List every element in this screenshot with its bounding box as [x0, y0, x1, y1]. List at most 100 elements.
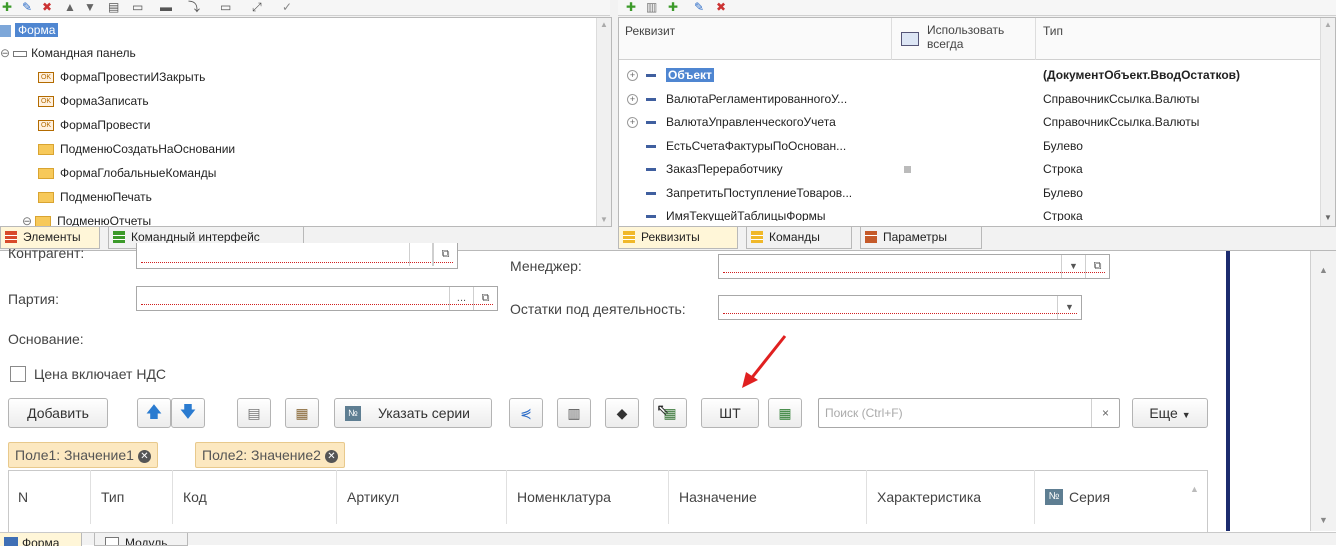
attribute-row[interactable]: + ВалютаРегламентированногоУ... Справочник… [619, 88, 1321, 110]
col-type[interactable]: Тип [90, 470, 170, 524]
more-button[interactable]: Еще ▼ [1132, 398, 1208, 428]
tree-item[interactable]: ПодменюПечать [38, 186, 152, 209]
move-up-icon[interactable]: ▲ [64, 0, 76, 14]
tree-item[interactable]: OK ФормаПровести [38, 114, 150, 137]
scrollbar[interactable]: ▲ ▼ [1320, 18, 1335, 226]
attribute-row[interactable]: ИмяТекущейТаблицыФормы Строка [619, 205, 1321, 221]
remove-icon[interactable]: ✕ [324, 449, 338, 463]
col-series[interactable]: № Серия [1034, 470, 1208, 524]
nds-checkbox[interactable] [10, 366, 26, 382]
add-button[interactable]: Добавить [8, 398, 108, 428]
select-button[interactable]: ... [449, 287, 473, 310]
attribute-name: ЗаказПереработчику [627, 158, 783, 180]
tab-commands[interactable]: Команды [746, 227, 852, 249]
scrollbar[interactable]: ▲ ▼ [596, 18, 611, 226]
clear-icon[interactable]: × [1091, 399, 1119, 427]
add-icon[interactable]: ✚ [626, 0, 636, 14]
tools-icon[interactable]: ⤢ [252, 0, 262, 14]
panel-icon[interactable]: ▬ [160, 0, 172, 14]
expand-icon[interactable]: + [627, 93, 638, 105]
attribute-row[interactable]: ЗаказПереработчику Строка [619, 158, 1321, 180]
scroll-down-icon[interactable]: ▼ [600, 215, 608, 224]
filter-chip-2[interactable]: Поле2: Значение2 ✕ [195, 442, 345, 468]
eraser-button[interactable]: ◆ [605, 398, 639, 428]
col-article[interactable]: Артикул [336, 470, 504, 524]
col-nomenclature[interactable]: Номенклатура [506, 470, 666, 524]
dropdown-icon[interactable] [409, 243, 433, 266]
add-column-icon[interactable]: ✚ [668, 0, 678, 14]
group-icon[interactable]: ▤ [108, 0, 119, 14]
search-input[interactable]: Поиск (Ctrl+F) × [818, 398, 1120, 428]
add-table-button[interactable]: ▦ [768, 398, 802, 428]
tab-parameters[interactable]: Параметры [860, 227, 982, 249]
use-always-checkbox[interactable] [904, 166, 911, 173]
attribute-icon [646, 144, 656, 148]
move-down-icon[interactable]: ▼ [84, 0, 96, 14]
tree-item[interactable]: ⊖ ПодменюОтчеты [22, 210, 151, 226]
remove-icon[interactable]: ✕ [137, 449, 151, 463]
specify-series-button[interactable]: № Указать серии [334, 398, 492, 428]
add-nested-icon[interactable]: ▥ [646, 0, 657, 14]
tree-item[interactable]: ⊖ Командная панель [0, 42, 136, 65]
collapse-icon[interactable]: ⊖ [0, 46, 10, 60]
attribute-row[interactable]: ЗапретитьПоступлениеТоваров... Булево [619, 182, 1321, 204]
collapse-icon[interactable]: ⊖ [22, 214, 32, 226]
scroll-up-icon[interactable]: ▲ [1319, 265, 1328, 275]
col-code[interactable]: Код [172, 470, 332, 524]
scroll-up-icon[interactable]: ▲ [600, 20, 608, 29]
partiya-field[interactable]: ... ⧉ [136, 286, 498, 311]
vertical-scrollbar[interactable]: ▲ ▼ [1310, 251, 1336, 531]
tab-attributes[interactable]: Реквизиты [618, 227, 738, 249]
move-up-button[interactable]: 🡅 [137, 398, 171, 428]
partiya-label: Партия: [8, 291, 60, 307]
tree-item[interactable]: OK ФормаЗаписать [38, 90, 149, 113]
delete-icon[interactable]: ✖ [716, 0, 726, 14]
attribute-row[interactable]: ЕстьСчетаФактурыПоОснован... Булево [619, 135, 1321, 157]
expand-icon[interactable]: + [627, 70, 638, 82]
column-header-attribute[interactable]: Реквизит [625, 24, 675, 38]
copy-button[interactable]: ▤ [237, 398, 271, 428]
check-icon[interactable]: ✓ [282, 0, 292, 14]
tab-elements[interactable]: Элементы [0, 227, 100, 249]
column-header-use-always[interactable]: Использовать всегда [927, 23, 1027, 51]
link-button[interactable]: ⋞ [509, 398, 543, 428]
dropdown-icon[interactable]: ▼ [1061, 255, 1085, 278]
insert-icon[interactable]: ⤵ [188, 0, 200, 14]
open-icon[interactable]: ⧉ [473, 287, 497, 310]
move-down-button[interactable]: 🡇 [171, 398, 205, 428]
edit-icon[interactable]: ✎ [694, 0, 704, 14]
unit-button[interactable]: ШТ [701, 398, 759, 428]
commands-icon [751, 231, 763, 243]
open-icon[interactable]: ⧉ [433, 243, 457, 266]
col-characteristic[interactable]: Характеристика [866, 470, 1032, 524]
scroll-up-icon[interactable]: ▲ [1324, 20, 1332, 29]
tree-item[interactable]: ФормаГлобальныеКоманды [38, 162, 216, 185]
kontragent-field[interactable]: ⧉ [136, 243, 458, 269]
attribute-row[interactable]: + Объект (ДокументОбъект.ВводОстатков) [619, 64, 1321, 86]
layout-icon[interactable]: ▭ [132, 0, 143, 14]
paste-button[interactable]: ▦ [285, 398, 319, 428]
tree-item[interactable]: ПодменюСоздатьНаОсновании [38, 138, 235, 161]
filter-chip-1[interactable]: Поле1: Значение1 ✕ [8, 442, 158, 468]
ostatki-field[interactable]: ▼ [718, 295, 1082, 320]
tab-module[interactable]: Модуль [94, 533, 188, 546]
tree-item[interactable]: OK ФормаПровестиИЗакрыть [38, 66, 205, 89]
scroll-down-icon[interactable]: ▼ [1324, 213, 1332, 222]
attribute-row[interactable]: + ВалютаУправленческогоУчета СправочникСсы… [619, 111, 1321, 133]
col-n[interactable]: N [8, 470, 90, 524]
add-icon[interactable]: ✚ [2, 0, 12, 14]
expand-icon[interactable]: + [627, 117, 638, 129]
delete-icon[interactable]: ✖ [42, 0, 52, 14]
tab-form[interactable]: Форма [0, 533, 82, 546]
col-purpose[interactable]: Назначение [668, 470, 864, 524]
dropdown-icon[interactable]: ▼ [1057, 296, 1081, 319]
scroll-down-icon[interactable]: ▼ [1319, 515, 1328, 525]
tree-root[interactable]: Форма [0, 21, 59, 39]
manager-field[interactable]: ▼ ⧉ [718, 254, 1110, 279]
barcode-button[interactable]: ▥ [557, 398, 591, 428]
open-icon[interactable]: ⧉ [1085, 255, 1109, 278]
edit-icon[interactable]: ✎ [22, 0, 32, 14]
column-header-type[interactable]: Тип [1043, 24, 1063, 38]
scroll-up-icon[interactable]: ▲ [1190, 484, 1199, 494]
form-icon[interactable]: ▭ [220, 0, 231, 14]
